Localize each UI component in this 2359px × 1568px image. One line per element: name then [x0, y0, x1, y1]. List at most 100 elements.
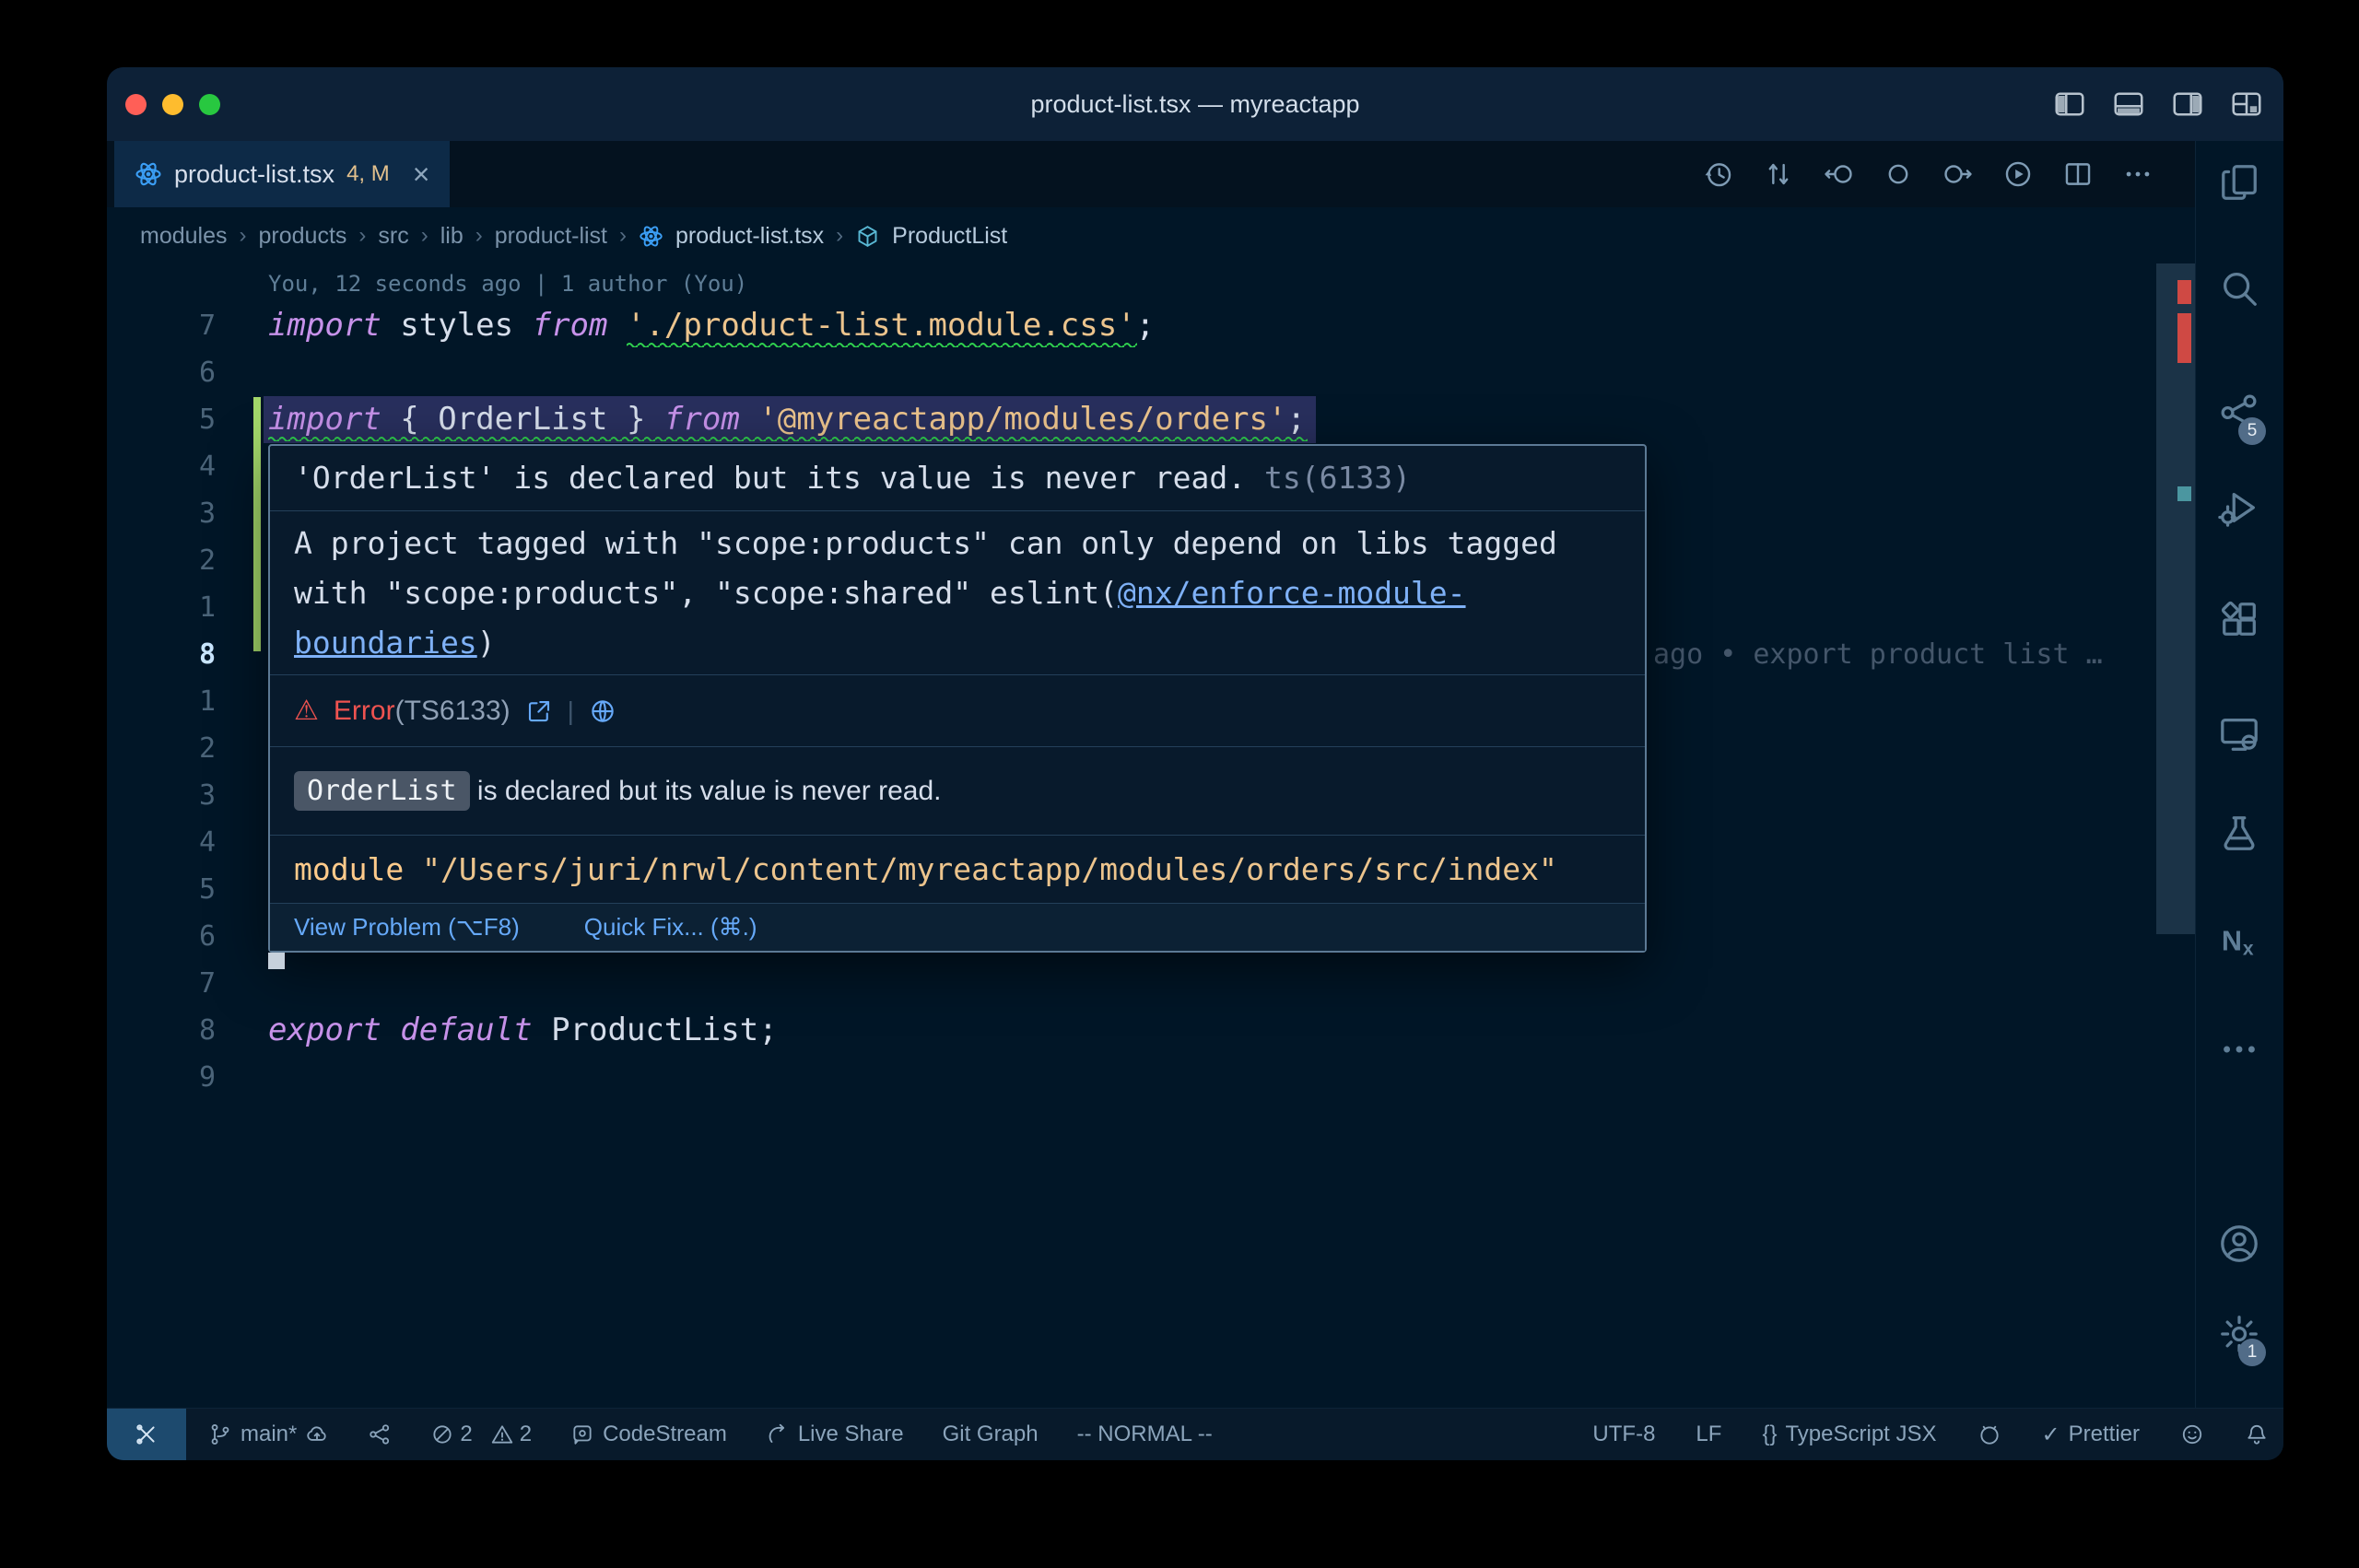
lint-text: ) — [477, 625, 496, 661]
run-debug-icon[interactable] — [2218, 486, 2262, 531]
keyword: from — [664, 401, 740, 438]
lint-rule-link[interactable]: boundaries — [294, 625, 477, 661]
line-number: 3 — [107, 772, 216, 819]
string-literal: '@myreactapp/modules/orders' — [758, 401, 1286, 438]
breadcrumb-src[interactable]: src — [378, 223, 408, 250]
line-number-current: 8 — [107, 631, 216, 678]
title-bar: product-list.tsx — myreactapp — [107, 67, 2283, 141]
vim-mode-indicator[interactable]: -- NORMAL -- — [1077, 1422, 1213, 1447]
chevron-right-icon: › — [358, 223, 366, 249]
hover-module-path: module "/Users/juri/nrwl/content/myreact… — [270, 835, 1645, 903]
settings-badge: 1 — [2238, 1339, 2266, 1366]
punctuation: } — [607, 401, 663, 438]
split-editor-icon[interactable] — [2062, 158, 2094, 190]
breadcrumb-file[interactable]: product-list.tsx — [675, 223, 824, 250]
codestream-icon — [570, 1422, 594, 1446]
lint-line: boundaries) — [294, 618, 1621, 668]
quick-fix-action[interactable]: Quick Fix... (⌘.) — [584, 913, 757, 942]
line-number: 9 — [107, 1054, 216, 1101]
punctuation: ; — [758, 1012, 777, 1048]
tab-product-list[interactable]: product-list.tsx 4, M × — [114, 141, 450, 207]
change-icon[interactable] — [1883, 158, 1914, 190]
lint-rule-link[interactable]: @nx/enforce-module- — [1118, 575, 1466, 611]
live-share-item[interactable]: Live Share — [766, 1422, 904, 1447]
run-file-icon[interactable] — [2002, 158, 2034, 190]
breadcrumb-modules[interactable]: modules — [140, 223, 228, 250]
toggle-secondary-sidebar-icon[interactable] — [2171, 88, 2204, 121]
cloud-upload-icon — [305, 1422, 329, 1446]
chevron-right-icon: › — [475, 223, 483, 249]
history-icon[interactable] — [1703, 158, 1734, 190]
editor-actions — [1703, 141, 2196, 207]
space — [740, 401, 758, 438]
separator: | — [568, 696, 574, 726]
account-icon[interactable] — [2218, 1223, 2262, 1267]
hover-message: 'OrderList' is declared but its value is… — [270, 446, 1645, 510]
remote-explorer-icon[interactable] — [2218, 713, 2262, 757]
github-item[interactable] — [1978, 1422, 2001, 1446]
notifications-item[interactable] — [2245, 1422, 2269, 1446]
window-title: product-list.tsx — myreactapp — [107, 67, 2283, 141]
project-graph-item[interactable] — [368, 1422, 392, 1446]
keyword: export — [268, 1012, 381, 1048]
git-graph-item[interactable]: Git Graph — [943, 1422, 1039, 1447]
view-problem-action[interactable]: View Problem (⌥F8) — [294, 913, 520, 942]
ruler-error-mark — [2177, 313, 2191, 363]
identifier-chip: OrderList — [294, 771, 470, 811]
keyword: import — [268, 307, 381, 344]
scrollbar-thumb[interactable] — [2156, 263, 2195, 934]
prettier-item[interactable]: ✓ Prettier — [2042, 1422, 2140, 1448]
breadcrumb-products[interactable]: products — [259, 223, 347, 250]
lint-line: A project tagged with "scope:products" c… — [294, 519, 1621, 568]
codelens-blame[interactable]: You, 12 seconds ago | 1 author (You) — [268, 267, 747, 300]
warning-squiggle — [268, 434, 1308, 441]
chevron-right-icon: › — [619, 223, 627, 249]
extensions-icon[interactable] — [2218, 598, 2262, 642]
prettier-label: Prettier — [2069, 1422, 2140, 1447]
close-tab-icon[interactable]: × — [413, 159, 430, 189]
search-icon[interactable] — [2218, 267, 2262, 311]
toggle-primary-sidebar-icon[interactable] — [2053, 88, 2086, 121]
globe-icon[interactable] — [589, 697, 616, 725]
explorer-icon[interactable] — [2218, 161, 2262, 205]
breadcrumb: modules › products › src › lib › product… — [107, 207, 2196, 264]
warning-triangle-icon — [490, 1422, 514, 1446]
git-graph-label: Git Graph — [943, 1422, 1039, 1447]
toggle-panel-icon[interactable] — [2112, 88, 2145, 121]
git-branch-item[interactable]: main* — [208, 1422, 329, 1447]
hover-pretty-error: OrderList is declared but its value is n… — [270, 746, 1645, 835]
more-actions-icon[interactable] — [2122, 158, 2154, 190]
error-count: 2 — [460, 1422, 472, 1447]
compare-changes-icon[interactable] — [1763, 158, 1794, 190]
eol-item[interactable]: LF — [1696, 1422, 1721, 1447]
next-change-icon[interactable] — [1942, 158, 1974, 190]
nx-console-icon[interactable]: Nx — [2218, 919, 2262, 964]
codestream-item[interactable]: CodeStream — [570, 1422, 727, 1447]
customize-layout-icon[interactable] — [2230, 88, 2263, 121]
vim-mode-label: -- NORMAL -- — [1077, 1422, 1213, 1447]
line-number: 3 — [107, 490, 216, 537]
lint-text: with "scope:products", "scope:shared" es… — [294, 575, 1118, 611]
breadcrumb-lib[interactable]: lib — [440, 223, 464, 250]
open-external-icon[interactable] — [525, 697, 553, 725]
problems-item[interactable]: 2 2 — [430, 1422, 532, 1447]
language-mode-item[interactable]: {}TypeScript JSX — [1762, 1422, 1936, 1447]
line-number: 1 — [107, 678, 216, 725]
remote-indicator[interactable] — [107, 1409, 186, 1460]
hover-resize-grip[interactable] — [268, 953, 285, 969]
line-number: 7 — [107, 302, 216, 349]
line-number: 6 — [107, 913, 216, 960]
lint-line: with "scope:products", "scope:shared" es… — [294, 568, 1621, 618]
error-label: Error — [334, 696, 395, 726]
encoding-item[interactable]: UTF-8 — [1592, 1422, 1655, 1447]
testing-beaker-icon[interactable] — [2218, 813, 2262, 857]
breadcrumb-product-list[interactable]: product-list — [495, 223, 607, 250]
line-number: 8 — [107, 1007, 216, 1054]
check-icon: ✓ — [2042, 1422, 2060, 1448]
breadcrumb-symbol[interactable]: ProductList — [892, 223, 1007, 250]
more-views-icon[interactable] — [2218, 1028, 2262, 1072]
previous-change-icon[interactable] — [1823, 158, 1854, 190]
feedback-item[interactable] — [2180, 1422, 2204, 1446]
error-circle-slash-icon — [430, 1422, 454, 1446]
line-number: 5 — [107, 396, 216, 443]
